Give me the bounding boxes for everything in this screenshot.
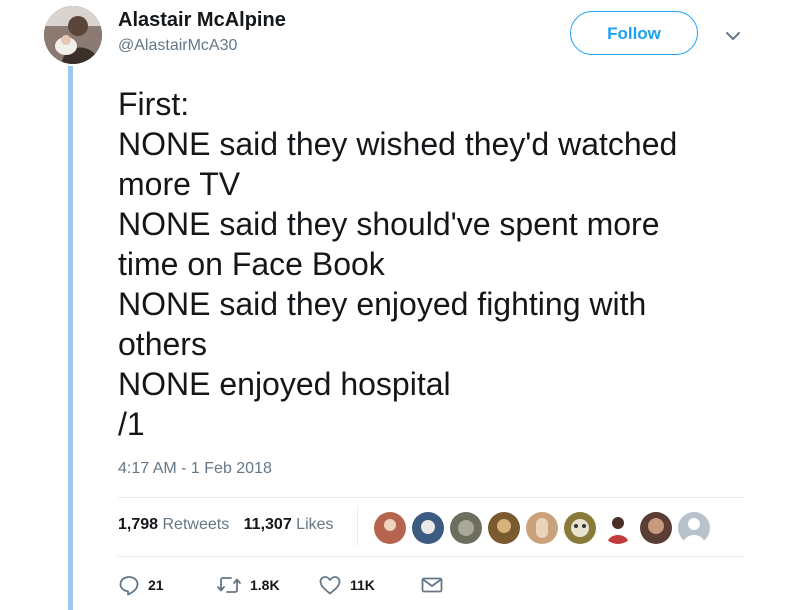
stats-separator	[357, 506, 358, 546]
likes-stat[interactable]: 11,307 Likes	[244, 516, 334, 533]
follow-button[interactable]: Follow	[570, 11, 698, 55]
tweet-line: time on Face Book	[118, 246, 385, 282]
tweet-line: /1	[118, 406, 145, 442]
reply-count: 21	[148, 577, 164, 593]
retweet-button[interactable]: 1.8K	[216, 570, 280, 600]
like-count: 11K	[350, 577, 375, 593]
retweet-count: 1.8K	[250, 577, 280, 593]
avatar-photo	[44, 6, 102, 64]
tweet-line: NONE said they wished they'd watched	[118, 126, 678, 162]
like-button[interactable]: 11K	[318, 570, 375, 600]
tweet-line: others	[118, 326, 207, 362]
retweets-count: 1,798	[118, 516, 159, 533]
author-name[interactable]: Alastair McAlpine	[118, 9, 286, 32]
likes-count: 11,307	[243, 516, 292, 533]
reply-button[interactable]: 21	[118, 570, 164, 600]
tweet-text: First: NONE said they wished they'd watc…	[118, 84, 758, 444]
retweet-icon	[216, 574, 242, 596]
direct-message-button[interactable]	[420, 570, 444, 600]
liker-avatar[interactable]	[600, 510, 636, 546]
liker-avatar[interactable]	[524, 510, 560, 546]
liker-avatars	[372, 510, 712, 546]
tweet-line: NONE enjoyed hospital	[118, 366, 451, 402]
liker-avatar[interactable]	[638, 510, 674, 546]
tweet-line: NONE said they enjoyed fighting with	[118, 286, 647, 322]
likes-label: Likes	[296, 516, 334, 533]
liker-avatar[interactable]	[562, 510, 598, 546]
liker-avatar[interactable]	[676, 510, 712, 546]
chevron-down-icon[interactable]	[720, 24, 746, 48]
thread-connector-line	[68, 66, 73, 610]
tweet-stats: 1,798 Retweets 11,307 Likes	[118, 516, 334, 534]
liker-avatar[interactable]	[372, 510, 408, 546]
tweet-line: NONE said they should've spent more	[118, 206, 660, 242]
tweet-line: First:	[118, 86, 190, 122]
liker-avatar[interactable]	[410, 510, 446, 546]
tweet-actions: 21 1.8K 11K	[118, 570, 518, 600]
tweet-timestamp[interactable]: 4:17 AM - 1 Feb 2018	[118, 460, 272, 478]
divider	[118, 497, 744, 498]
liker-avatar[interactable]	[486, 510, 522, 546]
envelope-icon	[420, 574, 444, 596]
avatar[interactable]	[44, 6, 102, 64]
liker-avatar[interactable]	[448, 510, 484, 546]
divider	[118, 556, 744, 557]
retweets-stat[interactable]: 1,798 Retweets	[118, 516, 229, 533]
reply-icon	[118, 574, 140, 596]
heart-icon	[318, 574, 342, 596]
tweet-line: more TV	[118, 166, 241, 202]
author-handle[interactable]: @AlastairMcA30	[118, 37, 237, 55]
retweets-label: Retweets	[162, 516, 230, 533]
